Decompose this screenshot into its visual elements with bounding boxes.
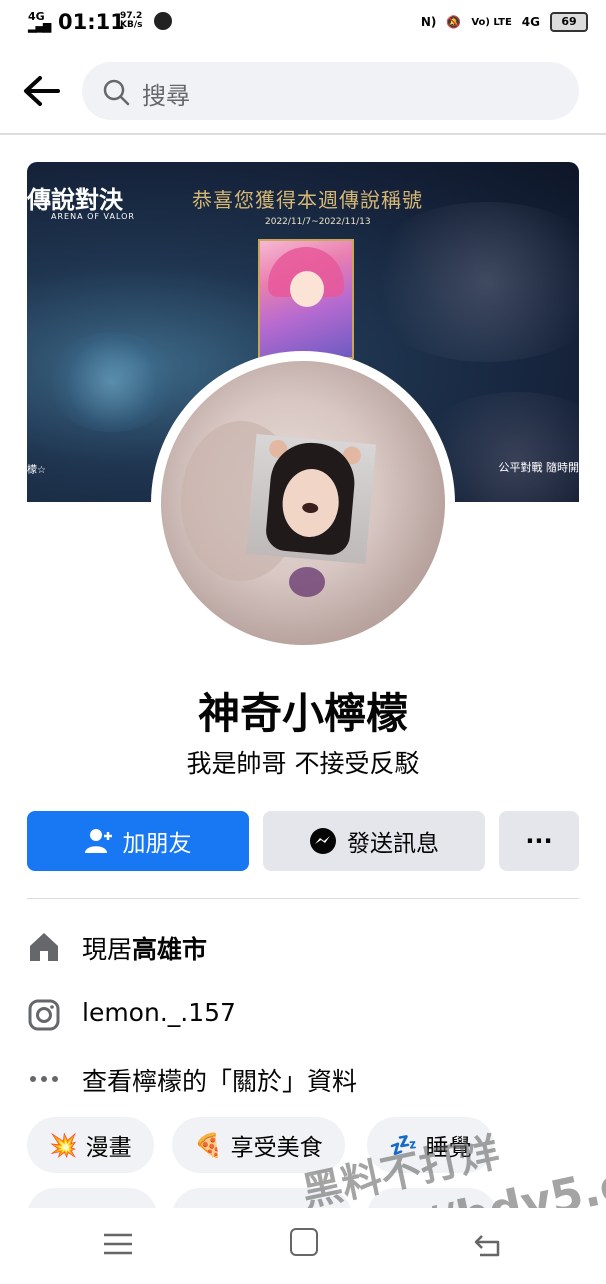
more-dots-icon xyxy=(30,1076,58,1082)
game-logo-subtitle: ARENA OF VALOR xyxy=(51,212,135,221)
hero-face xyxy=(290,271,324,307)
nfc-icon: N) xyxy=(420,15,437,29)
see-about-link[interactable]: 查看檸檬的「關於」資料 xyxy=(82,1062,357,1098)
add-friend-button[interactable]: 加朋友 xyxy=(27,811,249,871)
search-icon xyxy=(103,79,130,106)
more-icon: ··· xyxy=(525,827,553,855)
send-message-button[interactable]: 發送訊息 xyxy=(263,811,485,871)
instagram-link[interactable]: lemon._.157 xyxy=(82,998,236,1027)
messenger-icon xyxy=(310,828,336,854)
home-button-icon[interactable] xyxy=(290,1228,318,1256)
lives-in-city[interactable]: 高雄市 xyxy=(132,935,207,964)
menu-icon[interactable] xyxy=(102,1232,134,1256)
back-nav-icon[interactable] xyxy=(472,1232,504,1258)
hobby-chip[interactable]: 💥 漫畫 xyxy=(27,1117,154,1173)
status-bar: 4G ▂▄▆ 01:11 97.2 KB/s N) 🔕 Vo) LTE 4G 69 xyxy=(0,0,606,46)
add-friend-label: 加朋友 xyxy=(122,831,192,857)
send-message-label: 發送訊息 xyxy=(347,831,439,857)
search-placeholder: 搜尋 xyxy=(142,82,190,110)
avatar-blur-accent xyxy=(289,567,325,597)
silent-bell-icon: 🔕 xyxy=(446,15,462,29)
header-divider xyxy=(0,133,606,135)
game-logo: 傳說對決 xyxy=(27,186,123,214)
instagram-icon xyxy=(28,999,60,1031)
cover-right-text: 公平對戰 隨時開 xyxy=(498,461,580,474)
cover-swirl xyxy=(47,332,177,432)
home-icon xyxy=(30,933,58,961)
right-network: 4G xyxy=(521,15,540,29)
lte-indicator: Vo) LTE xyxy=(471,16,512,28)
hobby-label: 漫畫 xyxy=(85,1135,132,1161)
section-divider xyxy=(27,898,579,899)
avatar-photo xyxy=(245,433,377,565)
battery-icon: 69 xyxy=(550,12,588,32)
pizza-icon: 🍕 xyxy=(194,1132,223,1159)
explosion-icon: 💥 xyxy=(49,1132,78,1159)
add-friend-icon xyxy=(84,829,112,853)
clock: 01:11 xyxy=(58,10,125,34)
profile-avatar[interactable] xyxy=(151,351,455,655)
cover-date-range: 2022/11/7~2022/11/13 xyxy=(265,217,371,227)
profile-bio: 我是帥哥 不接受反駁 xyxy=(186,749,420,778)
messenger-notification-icon xyxy=(154,12,172,30)
hobby-label: 享受美食 xyxy=(230,1135,323,1161)
lives-in-prefix: 現居 xyxy=(82,935,133,964)
profile-name: 神奇小檸檬 xyxy=(197,689,408,738)
status-icons: N) 🔕 Vo) LTE 4G 69 xyxy=(421,12,588,32)
back-arrow-icon[interactable] xyxy=(22,74,62,108)
network-speed: 97.2 KB/s xyxy=(120,11,143,30)
cover-congrats-text: 恭喜您獲得本週傳說稱號 xyxy=(192,188,423,212)
more-options-button[interactable]: ··· xyxy=(499,811,579,871)
hero-card-image xyxy=(258,239,354,359)
network-indicator: 4G ▂▄▆ xyxy=(28,10,51,33)
lives-in-row: 現居高雄市 xyxy=(82,930,207,966)
avatar-image xyxy=(161,361,445,645)
cover-left-text: 檬☆ xyxy=(27,465,46,476)
cover-cloud xyxy=(357,202,579,362)
